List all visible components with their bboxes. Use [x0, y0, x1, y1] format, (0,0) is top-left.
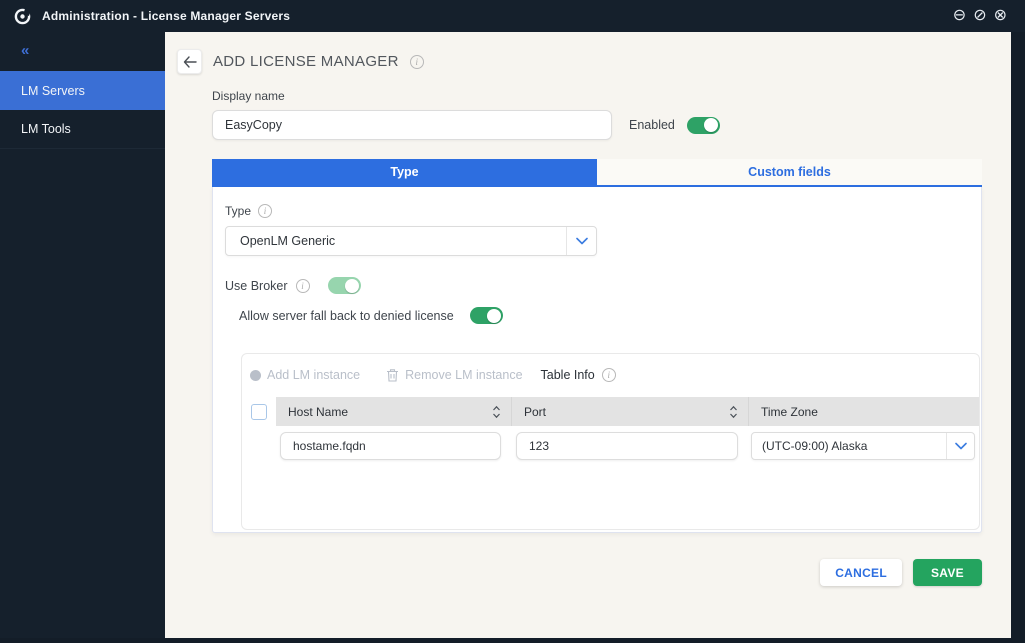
use-broker-toggle[interactable]: [327, 277, 361, 294]
use-broker-label: Use Broker: [225, 278, 288, 293]
time-zone-select[interactable]: (UTC-09:00) Alaska: [751, 432, 975, 460]
type-label: Type: [225, 204, 252, 218]
type-tab-panel: Type i OpenLM Generic Use Broker i Allow…: [212, 187, 982, 533]
table-toolbar: Add LM instance Remove LM instance Table…: [250, 368, 979, 382]
page-header: ADD LICENSE MANAGER i: [177, 49, 1011, 74]
window-controls: ⊖ ⊘ ⊗: [953, 8, 1013, 24]
add-lm-instance-label: Add LM instance: [267, 368, 361, 382]
host-name-input[interactable]: [280, 432, 501, 460]
sidebar-item-label: LM Tools: [21, 122, 71, 136]
sort-icon[interactable]: [729, 405, 738, 419]
tab-custom-fields[interactable]: Custom fields: [597, 159, 982, 185]
column-header-port[interactable]: Port: [512, 397, 749, 426]
restore-icon[interactable]: ⊘: [973, 8, 986, 24]
page-title-info-icon[interactable]: i: [409, 54, 424, 69]
tab-label: Type: [390, 165, 419, 179]
title-bar: Administration - License Manager Servers…: [0, 0, 1025, 32]
display-name-label: Display name: [212, 89, 285, 103]
form-actions: CANCEL SAVE: [212, 559, 982, 586]
remove-lm-instance-label: Remove LM instance: [405, 368, 523, 382]
sidebar-item-lm-servers[interactable]: LM Servers: [0, 71, 165, 110]
table-info-label: Table Info: [540, 368, 595, 382]
save-button[interactable]: SAVE: [913, 559, 982, 586]
type-select-value: OpenLM Generic: [240, 234, 336, 248]
display-name-field: Display name Enabled: [212, 89, 1011, 140]
enabled-toggle[interactable]: [686, 116, 720, 134]
port-input[interactable]: [516, 432, 738, 460]
chevron-down-icon: [566, 227, 596, 255]
add-instance-icon: [250, 369, 261, 381]
app-window: Administration - License Manager Servers…: [0, 0, 1025, 643]
tab-bar: Type Custom fields: [212, 159, 982, 187]
trash-icon: [387, 369, 399, 382]
back-button[interactable]: [177, 49, 202, 74]
fallback-label: Allow server fall back to denied license: [239, 308, 454, 323]
add-lm-instance-button[interactable]: Add LM instance: [250, 368, 360, 382]
type-select[interactable]: OpenLM Generic: [225, 226, 597, 256]
page-title: ADD LICENSE MANAGER: [213, 53, 399, 70]
sidebar: « LM Servers LM Tools: [0, 32, 165, 638]
display-name-input[interactable]: [212, 110, 612, 140]
main-content: ADD LICENSE MANAGER i Display name Enabl…: [165, 32, 1011, 638]
table-header: Host Name Port Time Zone: [242, 397, 979, 426]
sidebar-item-label: LM Servers: [21, 83, 85, 98]
time-zone-value: (UTC-09:00) Alaska: [762, 439, 868, 453]
type-info-icon[interactable]: i: [258, 204, 273, 218]
fallback-toggle[interactable]: [469, 307, 503, 324]
remove-lm-instance-button[interactable]: Remove LM instance: [386, 368, 523, 382]
table-info-icon[interactable]: i: [601, 368, 616, 382]
cancel-button[interactable]: CANCEL: [820, 559, 902, 586]
select-all-checkbox[interactable]: [251, 403, 267, 420]
lm-instances-card: Add LM instance Remove LM instance Table…: [241, 353, 980, 530]
sidebar-collapse-icon[interactable]: «: [0, 32, 165, 71]
tab-type[interactable]: Type: [212, 159, 597, 185]
minimize-icon[interactable]: ⊖: [953, 8, 966, 24]
tab-card: Type Custom fields Type i OpenLM Generic: [212, 159, 982, 533]
sidebar-item-lm-tools[interactable]: LM Tools: [0, 110, 165, 149]
table-row: (UTC-09:00) Alaska: [242, 432, 979, 460]
enabled-label: Enabled: [629, 118, 675, 132]
column-header-time-zone[interactable]: Time Zone: [749, 397, 979, 426]
chevron-down-icon: [946, 433, 974, 459]
use-broker-info-icon[interactable]: i: [295, 278, 310, 293]
column-header-host-name[interactable]: Host Name: [276, 397, 512, 426]
sort-icon[interactable]: [492, 405, 501, 419]
app-logo-icon: [14, 7, 31, 25]
window-title: Administration - License Manager Servers: [42, 9, 291, 23]
tab-label: Custom fields: [748, 165, 831, 179]
close-icon[interactable]: ⊗: [994, 8, 1007, 24]
